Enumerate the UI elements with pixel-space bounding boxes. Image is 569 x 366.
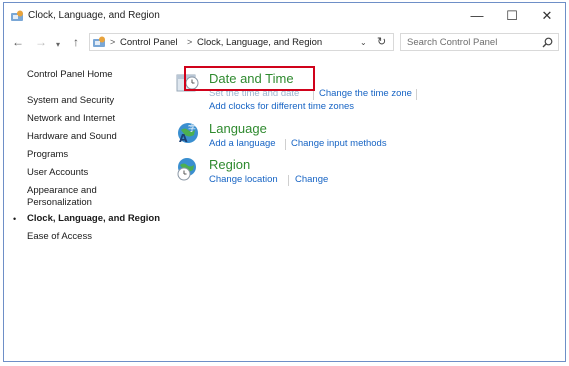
sidebar-item-personalization[interactable]: Personalization (27, 197, 92, 209)
maximize-button[interactable]: ☐ (495, 6, 529, 26)
title-bar: Clock, Language, and Region — ☐ ✕ (4, 3, 565, 29)
region-globe-clock-icon[interactable] (176, 157, 200, 181)
address-dropdown-icon[interactable]: ⌄ (360, 36, 367, 49)
sidebar-item-control-panel-home[interactable]: Control Panel Home (27, 69, 113, 81)
sidebar-item-clock-language-region: Clock, Language, and Region (27, 213, 161, 224)
sidebar-item-ease-of-access[interactable]: Ease of Access (27, 231, 92, 243)
category-language: A 字 Language Add a language Change input… (176, 121, 436, 150)
search-icon[interactable] (542, 37, 553, 48)
link-change-location[interactable]: Change location (209, 174, 278, 186)
refresh-icon[interactable]: ↻ (377, 35, 386, 49)
link-separator (288, 175, 289, 186)
search-input[interactable]: Search Control Panel (407, 36, 497, 49)
forward-arrow-icon[interactable]: → (35, 34, 47, 50)
breadcrumb-control-panel[interactable]: Control Panel (120, 36, 178, 49)
minimize-button[interactable]: — (460, 6, 494, 26)
control-panel-icon (93, 36, 105, 47)
category-title-language[interactable]: Language (209, 121, 267, 137)
link-change-formats[interactable]: Change (295, 174, 328, 186)
control-panel-window: Clock, Language, and Region — ☐ ✕ ← → ▾ … (3, 2, 566, 362)
sidebar-item-user-accounts[interactable]: User Accounts (27, 167, 88, 179)
address-bar[interactable]: > Control Panel > Clock, Language, and R… (89, 33, 394, 51)
current-page-bullet: • (13, 214, 17, 224)
sidebar-item-network-internet[interactable]: Network and Internet (27, 113, 115, 125)
sidebar-item-hardware-sound[interactable]: Hardware and Sound (27, 131, 117, 143)
recent-locations-chevron-icon[interactable]: ▾ (56, 37, 60, 53)
back-arrow-icon[interactable]: ← (12, 34, 24, 50)
language-globe-icon[interactable]: A 字 (176, 121, 200, 145)
link-change-time-zone[interactable]: Change the time zone (319, 88, 412, 100)
link-add-language[interactable]: Add a language (209, 138, 276, 150)
sidebar-item-appearance[interactable]: Appearance and (27, 185, 97, 197)
svg-text:A: A (179, 132, 188, 145)
link-separator (285, 139, 286, 150)
link-add-clocks[interactable]: Add clocks for different time zones (209, 101, 354, 113)
breadcrumb-clock-language-region[interactable]: Clock, Language, and Region (197, 36, 322, 49)
up-arrow-icon[interactable]: ↑ (73, 34, 79, 50)
sidebar-item-programs[interactable]: Programs (27, 149, 68, 161)
sidebar-item-system-security[interactable]: System and Security (27, 95, 114, 107)
svg-text:字: 字 (188, 123, 196, 133)
link-change-input-methods[interactable]: Change input methods (291, 138, 387, 150)
window-title: Clock, Language, and Region (28, 10, 160, 21)
navigation-bar: ← → ▾ ↑ > Control Panel > Clock, Languag… (4, 31, 565, 55)
search-box[interactable]: Search Control Panel (400, 33, 559, 51)
breadcrumb-separator[interactable]: > (110, 36, 115, 49)
breadcrumb-separator[interactable]: > (187, 36, 192, 49)
control-panel-icon (11, 10, 23, 21)
category-region: Region Change location Change (176, 157, 436, 186)
category-title-region[interactable]: Region (209, 157, 250, 173)
close-button[interactable]: ✕ (530, 6, 564, 26)
link-separator (416, 89, 417, 100)
highlight-annotation-box (184, 66, 315, 91)
